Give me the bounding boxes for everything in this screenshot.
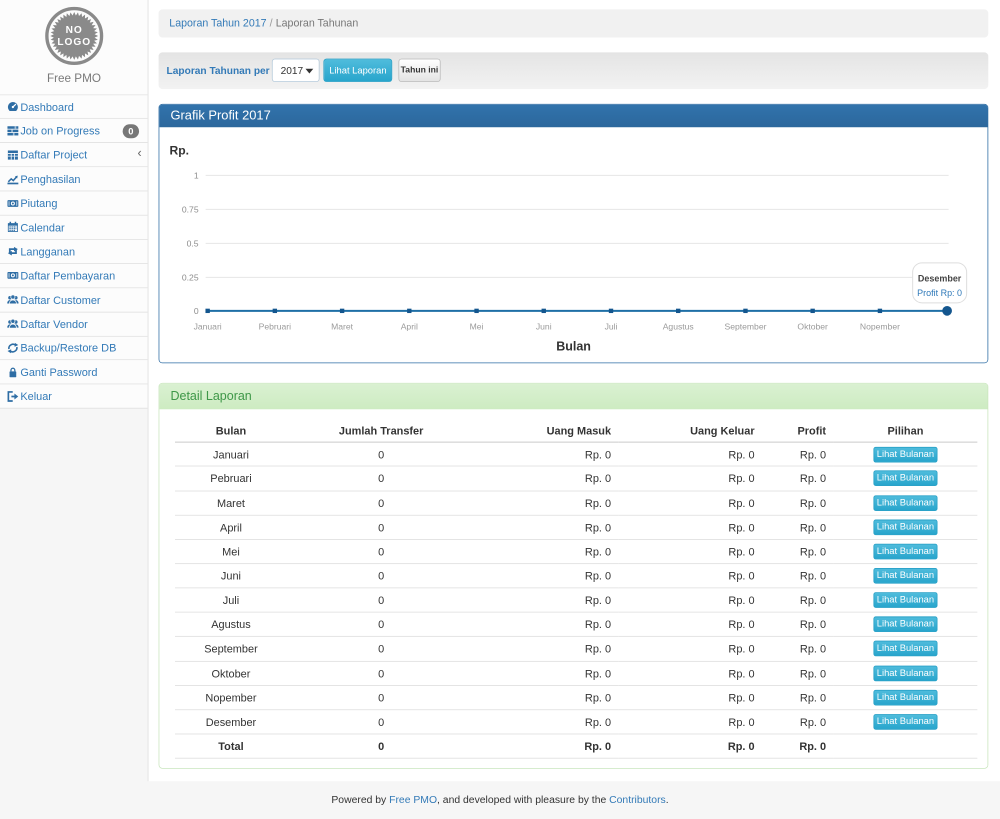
svg-text:NO: NO <box>65 25 82 36</box>
svg-text:LOGO: LOGO <box>57 37 91 48</box>
svg-text:Juni: Juni <box>536 321 552 331</box>
svg-text:1: 1 <box>194 170 199 180</box>
svg-text:Agustus: Agustus <box>663 321 694 331</box>
svg-text:Desember: Desember <box>918 273 962 283</box>
svg-text:September: September <box>725 321 767 331</box>
svg-text:0: 0 <box>194 306 199 316</box>
svg-text:Pebruari: Pebruari <box>259 321 292 331</box>
svg-text:0.5: 0.5 <box>187 239 199 249</box>
svg-text:0.25: 0.25 <box>182 273 199 283</box>
svg-text:Maret: Maret <box>331 321 354 331</box>
svg-text:April: April <box>401 321 418 331</box>
svg-text:Mei: Mei <box>470 321 484 331</box>
svg-text:Oktober: Oktober <box>798 321 829 331</box>
svg-text:Bulan: Bulan <box>556 339 591 353</box>
svg-text:Rp.: Rp. <box>170 144 189 158</box>
svg-text:Januari: Januari <box>194 321 222 331</box>
svg-text:Juli: Juli <box>605 321 618 331</box>
svg-text:Profit Rp: 0: Profit Rp: 0 <box>917 288 962 298</box>
svg-text:0.75: 0.75 <box>182 205 199 215</box>
svg-text:Nopember: Nopember <box>860 321 900 331</box>
